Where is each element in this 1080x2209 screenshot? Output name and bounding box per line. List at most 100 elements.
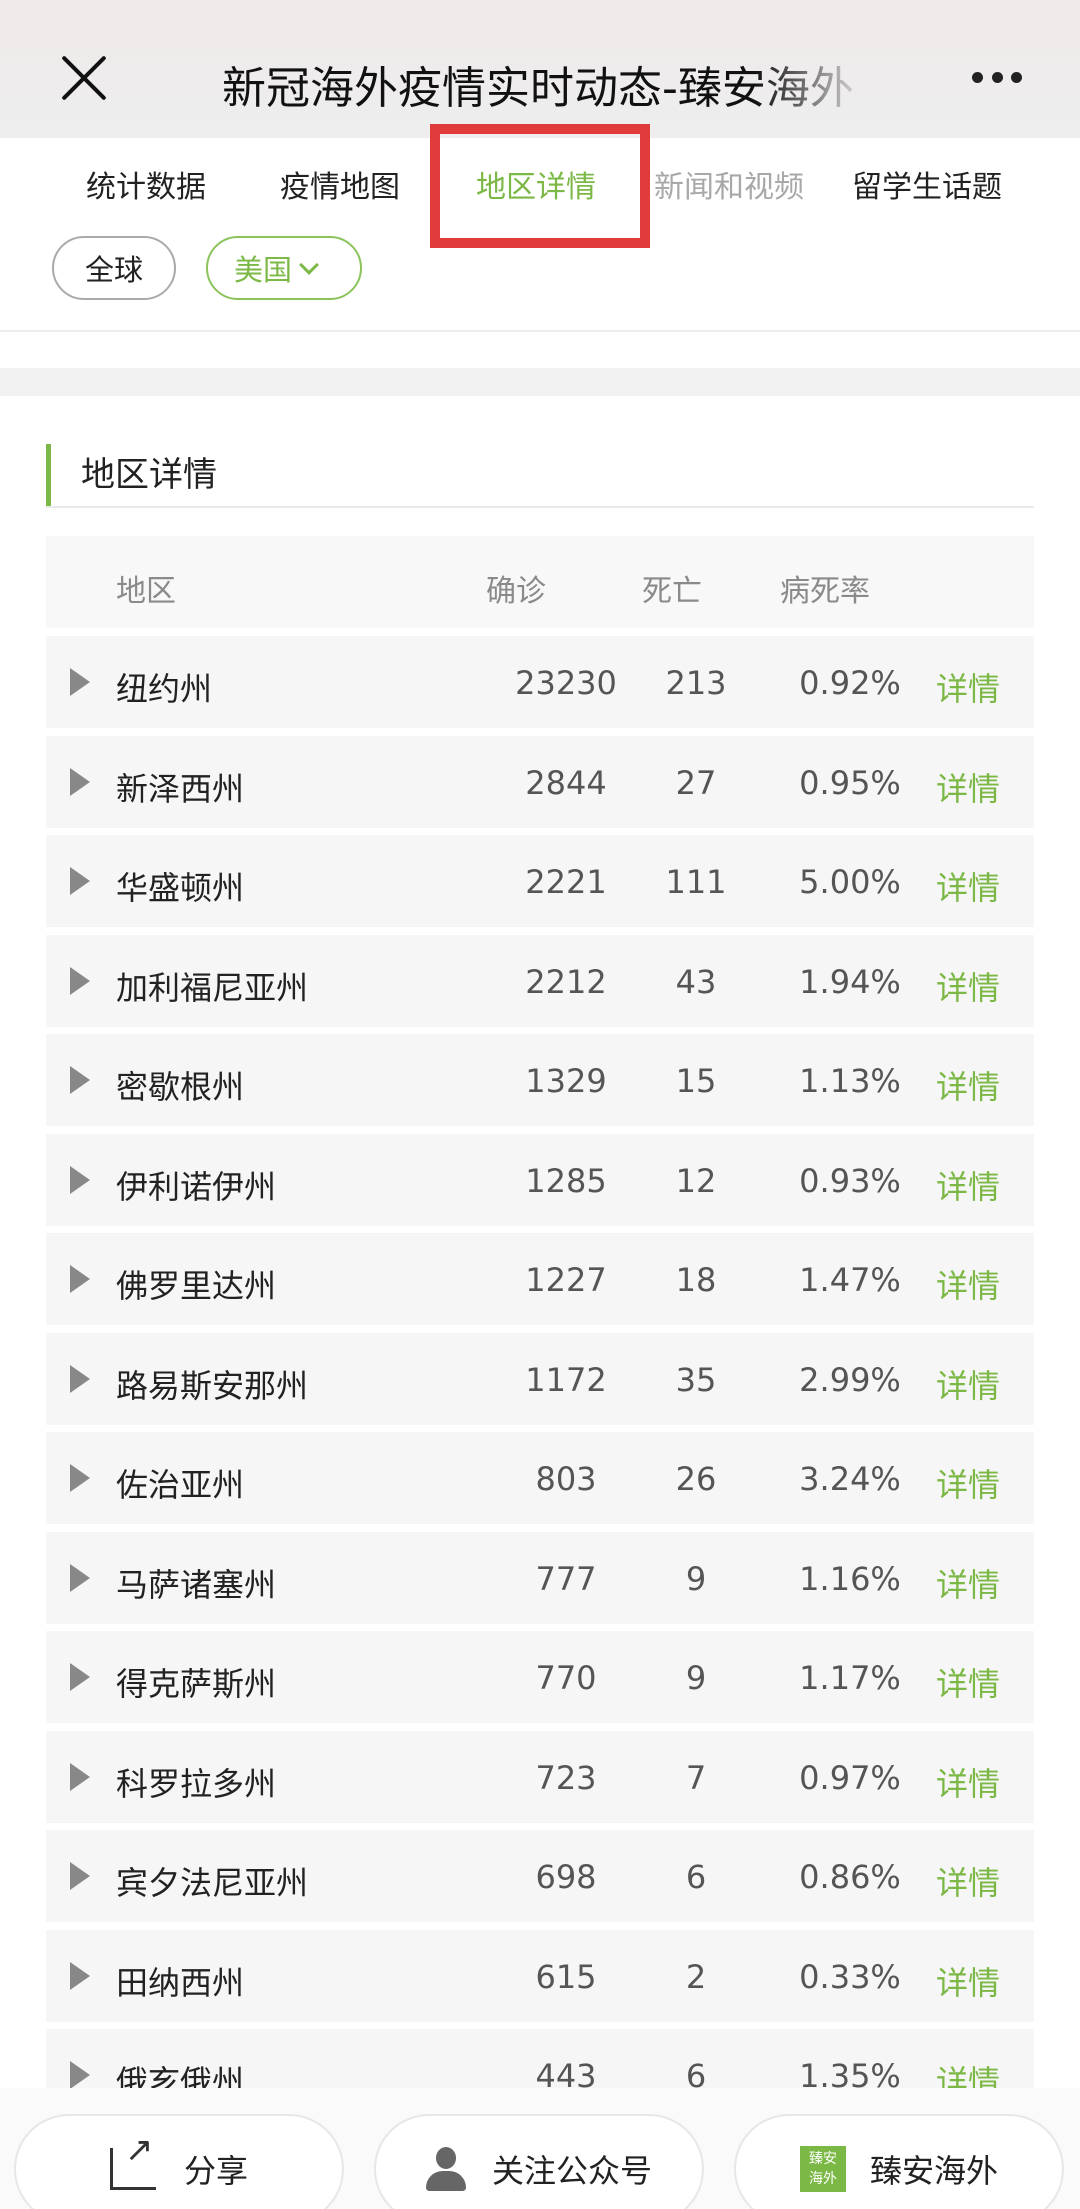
- table-row[interactable]: 伊利诺伊州 1285 12 0.93% 详情: [46, 1133, 1034, 1226]
- detail-link[interactable]: 详情: [936, 1858, 1000, 1904]
- expand-triangle-icon[interactable]: [70, 1762, 90, 1791]
- cell-deaths: 26: [675, 1460, 717, 1498]
- column-header-region: 地区: [116, 574, 176, 609]
- column-header-deaths: 死亡: [642, 574, 702, 609]
- cell-region: 路易斯安那州: [116, 1366, 309, 1405]
- page-title: 新冠海外疫情实时动态-臻安海外: [222, 63, 854, 112]
- table-row[interactable]: 新泽西州 2844 27 0.95% 详情: [46, 735, 1034, 828]
- cell-region: 科罗拉多州: [116, 1764, 277, 1803]
- cell-fatality-rate: 1.16%: [799, 1559, 901, 1598]
- divider: [0, 330, 1080, 332]
- expand-triangle-icon[interactable]: [70, 1563, 90, 1592]
- detail-link[interactable]: 详情: [936, 664, 1000, 710]
- table-row[interactable]: 路易斯安那州 1172 35 2.99% 详情: [46, 1332, 1034, 1425]
- cell-fatality-rate: 0.93%: [799, 1161, 901, 1200]
- detail-link[interactable]: 详情: [936, 1062, 1000, 1108]
- tab-student-topics[interactable]: 留学生话题: [852, 162, 1002, 206]
- expand-triangle-icon[interactable]: [70, 1165, 90, 1194]
- more-icon[interactable]: [972, 72, 1022, 86]
- divider: [46, 506, 1034, 508]
- cell-region: 宾夕法尼亚州: [116, 1864, 309, 1902]
- table-row[interactable]: 得克萨斯州 770 9 1.17% 详情: [46, 1631, 1034, 1723]
- expand-triangle-icon[interactable]: [70, 966, 90, 995]
- column-header-confirmed: 确诊: [486, 574, 546, 609]
- cell-region: 田纳西州: [116, 1963, 245, 2002]
- cell-deaths: 9: [685, 1659, 707, 1697]
- detail-link[interactable]: 详情: [936, 1261, 1000, 1307]
- table-row[interactable]: 华盛顿州 2221 111 5.00% 详情: [46, 835, 1034, 927]
- cell-region: 佛罗里达州: [116, 1267, 277, 1305]
- table-row[interactable]: 密歇根州 1329 15 1.13% 详情: [46, 1034, 1034, 1126]
- expand-triangle-icon[interactable]: [70, 1663, 90, 1691]
- expand-triangle-icon[interactable]: [70, 668, 90, 696]
- highlight-box: [430, 124, 650, 248]
- detail-link[interactable]: 详情: [936, 1958, 1000, 2004]
- cell-fatality-rate: 0.95%: [799, 763, 901, 802]
- cell-region: 得克萨斯州: [116, 1665, 277, 1703]
- tab-epidemic-map[interactable]: 疫情地图: [280, 162, 400, 206]
- expand-triangle-icon[interactable]: [70, 1862, 90, 1890]
- filter-global[interactable]: 全球: [52, 236, 176, 300]
- table-row[interactable]: 加利福尼亚州 2212 43 1.94% 详情: [46, 934, 1034, 1027]
- detail-link[interactable]: 详情: [936, 1460, 1000, 1506]
- cell-deaths: 111: [665, 863, 727, 901]
- cell-deaths: 6: [685, 1858, 707, 1896]
- table-row[interactable]: 宾夕法尼亚州 698 6 0.86% 详情: [46, 1830, 1034, 1922]
- share-icon: [109, 2130, 156, 2190]
- top-bar: 新冠海外疫情实时动态-臻安海外: [0, 0, 1080, 138]
- detail-link[interactable]: 详情: [936, 1162, 1000, 1208]
- share-button[interactable]: 分享: [14, 2114, 344, 2209]
- cell-region: 佐治亚州: [116, 1466, 245, 1504]
- cell-fatality-rate: 5.00%: [799, 863, 901, 901]
- section-gap: [0, 368, 1080, 396]
- follow-account-button[interactable]: 关注公众号: [374, 2114, 704, 2209]
- expand-triangle-icon[interactable]: [70, 767, 90, 796]
- tab-news-video[interactable]: 新闻和视频: [654, 162, 804, 206]
- detail-link[interactable]: 详情: [936, 1759, 1000, 1805]
- cell-deaths: 7: [685, 1758, 707, 1797]
- column-header-fatality-rate: 病死率: [780, 574, 870, 609]
- cell-deaths: 35: [675, 1360, 717, 1399]
- detail-link[interactable]: 详情: [936, 764, 1000, 810]
- table-row[interactable]: 佛罗里达州 1227 18 1.47% 详情: [46, 1233, 1034, 1325]
- cell-fatality-rate: 1.47%: [799, 1261, 901, 1299]
- filter-country-label: 美国: [234, 253, 293, 287]
- cell-deaths: 9: [685, 1559, 707, 1598]
- share-label: 分享: [183, 2152, 248, 2190]
- expand-triangle-icon[interactable]: [70, 1961, 90, 1990]
- brand-logo-icon: 臻安 海外: [799, 2146, 846, 2192]
- cell-region: 纽约州: [116, 670, 213, 708]
- cell-region: 新泽西州: [116, 769, 245, 808]
- close-icon[interactable]: [58, 52, 110, 104]
- chevron-down-icon: [299, 255, 319, 275]
- cell-region: 密歇根州: [116, 1068, 245, 1106]
- cell-fatality-rate: 1.13%: [799, 1062, 901, 1100]
- expand-triangle-icon[interactable]: [70, 867, 90, 895]
- detail-link[interactable]: 详情: [936, 963, 1000, 1009]
- expand-triangle-icon[interactable]: [70, 2061, 90, 2089]
- filter-country-dropdown[interactable]: 美国: [206, 236, 362, 300]
- cell-deaths: 15: [675, 1062, 717, 1100]
- cell-region: 华盛顿州: [116, 869, 245, 907]
- detail-link[interactable]: 详情: [936, 1361, 1000, 1407]
- brand-button[interactable]: 臻安 海外 臻安海外: [734, 2114, 1064, 2209]
- expand-triangle-icon[interactable]: [70, 1066, 90, 1094]
- tab-statistics[interactable]: 统计数据: [86, 162, 206, 206]
- expand-triangle-icon[interactable]: [70, 1364, 90, 1393]
- table-row[interactable]: 田纳西州 615 2 0.33% 详情: [46, 1929, 1034, 2022]
- table-row[interactable]: 马萨诸塞州 777 9 1.16% 详情: [46, 1531, 1034, 1624]
- cell-deaths: 27: [675, 763, 717, 802]
- table-row[interactable]: 科罗拉多州 723 7 0.97% 详情: [46, 1730, 1034, 1823]
- detail-link[interactable]: 详情: [936, 1659, 1000, 1705]
- follow-label: 关注公众号: [491, 2152, 652, 2190]
- expand-triangle-icon[interactable]: [70, 1265, 90, 1293]
- detail-link[interactable]: 详情: [936, 863, 1000, 909]
- expand-triangle-icon[interactable]: [70, 1464, 90, 1492]
- cell-region: 加利福尼亚州: [116, 968, 309, 1007]
- cell-deaths: 43: [675, 962, 717, 1001]
- detail-link[interactable]: 详情: [936, 1560, 1000, 1606]
- cell-fatality-rate: 0.33%: [799, 1957, 901, 1996]
- table-row[interactable]: 佐治亚州 803 26 3.24% 详情: [46, 1432, 1034, 1524]
- table-row[interactable]: 纽约州 23230 213 0.92% 详情: [46, 636, 1034, 728]
- cell-fatality-rate: 0.97%: [799, 1758, 901, 1797]
